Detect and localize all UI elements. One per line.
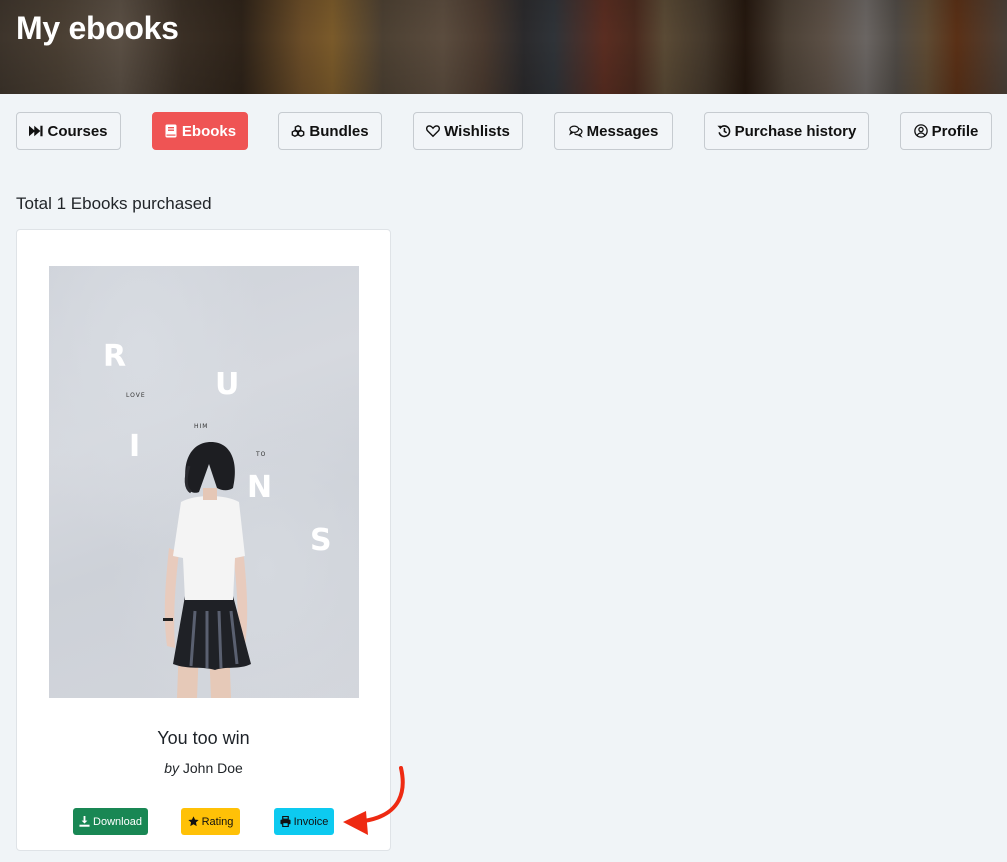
nav-wishlists-button[interactable]: Wishlists [413, 112, 523, 150]
ebook-title: You too win [157, 728, 250, 748]
history-icon [717, 124, 731, 138]
purchase-count-heading: Total 1 Ebooks purchased [16, 194, 212, 213]
book-icon [164, 124, 178, 138]
star-icon [187, 816, 199, 827]
nav-courses-button[interactable]: Courses [16, 112, 121, 150]
nav-messages-button[interactable]: Messages [554, 112, 673, 150]
nav-wishlists-label: Wishlists [444, 122, 510, 140]
heart-icon [426, 124, 441, 138]
ebook-card: R U I N S LOVE HIM TO You too win by Joh… [16, 229, 391, 851]
ebook-cover-image[interactable]: R U I N S LOVE HIM TO [49, 266, 359, 698]
cover-figure [163, 442, 251, 698]
nav-messages-label: Messages [586, 122, 659, 140]
fast-forward-icon [29, 124, 44, 138]
user-circle-icon [913, 124, 928, 138]
nav-bundles-button[interactable]: Bundles [278, 112, 382, 150]
annotation-arrow-icon [343, 766, 405, 835]
nav-courses-label: Courses [47, 122, 108, 140]
nav-profile-button[interactable]: Profile [900, 112, 992, 150]
author-name: John Doe [182, 760, 243, 776]
rating-label: Rating [201, 815, 234, 828]
download-button[interactable]: Download [73, 808, 148, 835]
nav-profile-label: Profile [931, 122, 979, 140]
comments-icon [568, 124, 583, 138]
page-header-banner: My ebooks [0, 0, 1007, 94]
download-icon [79, 816, 90, 827]
print-icon [280, 816, 291, 827]
download-label: Download [93, 815, 142, 828]
nav-ebooks-button[interactable]: Ebooks [152, 112, 248, 150]
page-title: My ebooks [16, 10, 179, 46]
invoice-label: Invoice [293, 815, 329, 828]
nav-purchase-history-button[interactable]: Purchase history [704, 112, 869, 150]
invoice-button[interactable]: Invoice [274, 808, 334, 835]
account-nav: Courses Ebooks Bundles Wishlists Message… [0, 112, 1007, 150]
nav-bundles-label: Bundles [309, 122, 369, 140]
author-prefix: by [164, 760, 179, 776]
nav-purchase-history-label: Purchase history [734, 122, 857, 140]
rating-button[interactable]: Rating [181, 808, 240, 835]
cubes-icon [291, 124, 305, 138]
nav-ebooks-label: Ebooks [181, 122, 237, 140]
ebook-author: by John Doe [17, 760, 390, 776]
